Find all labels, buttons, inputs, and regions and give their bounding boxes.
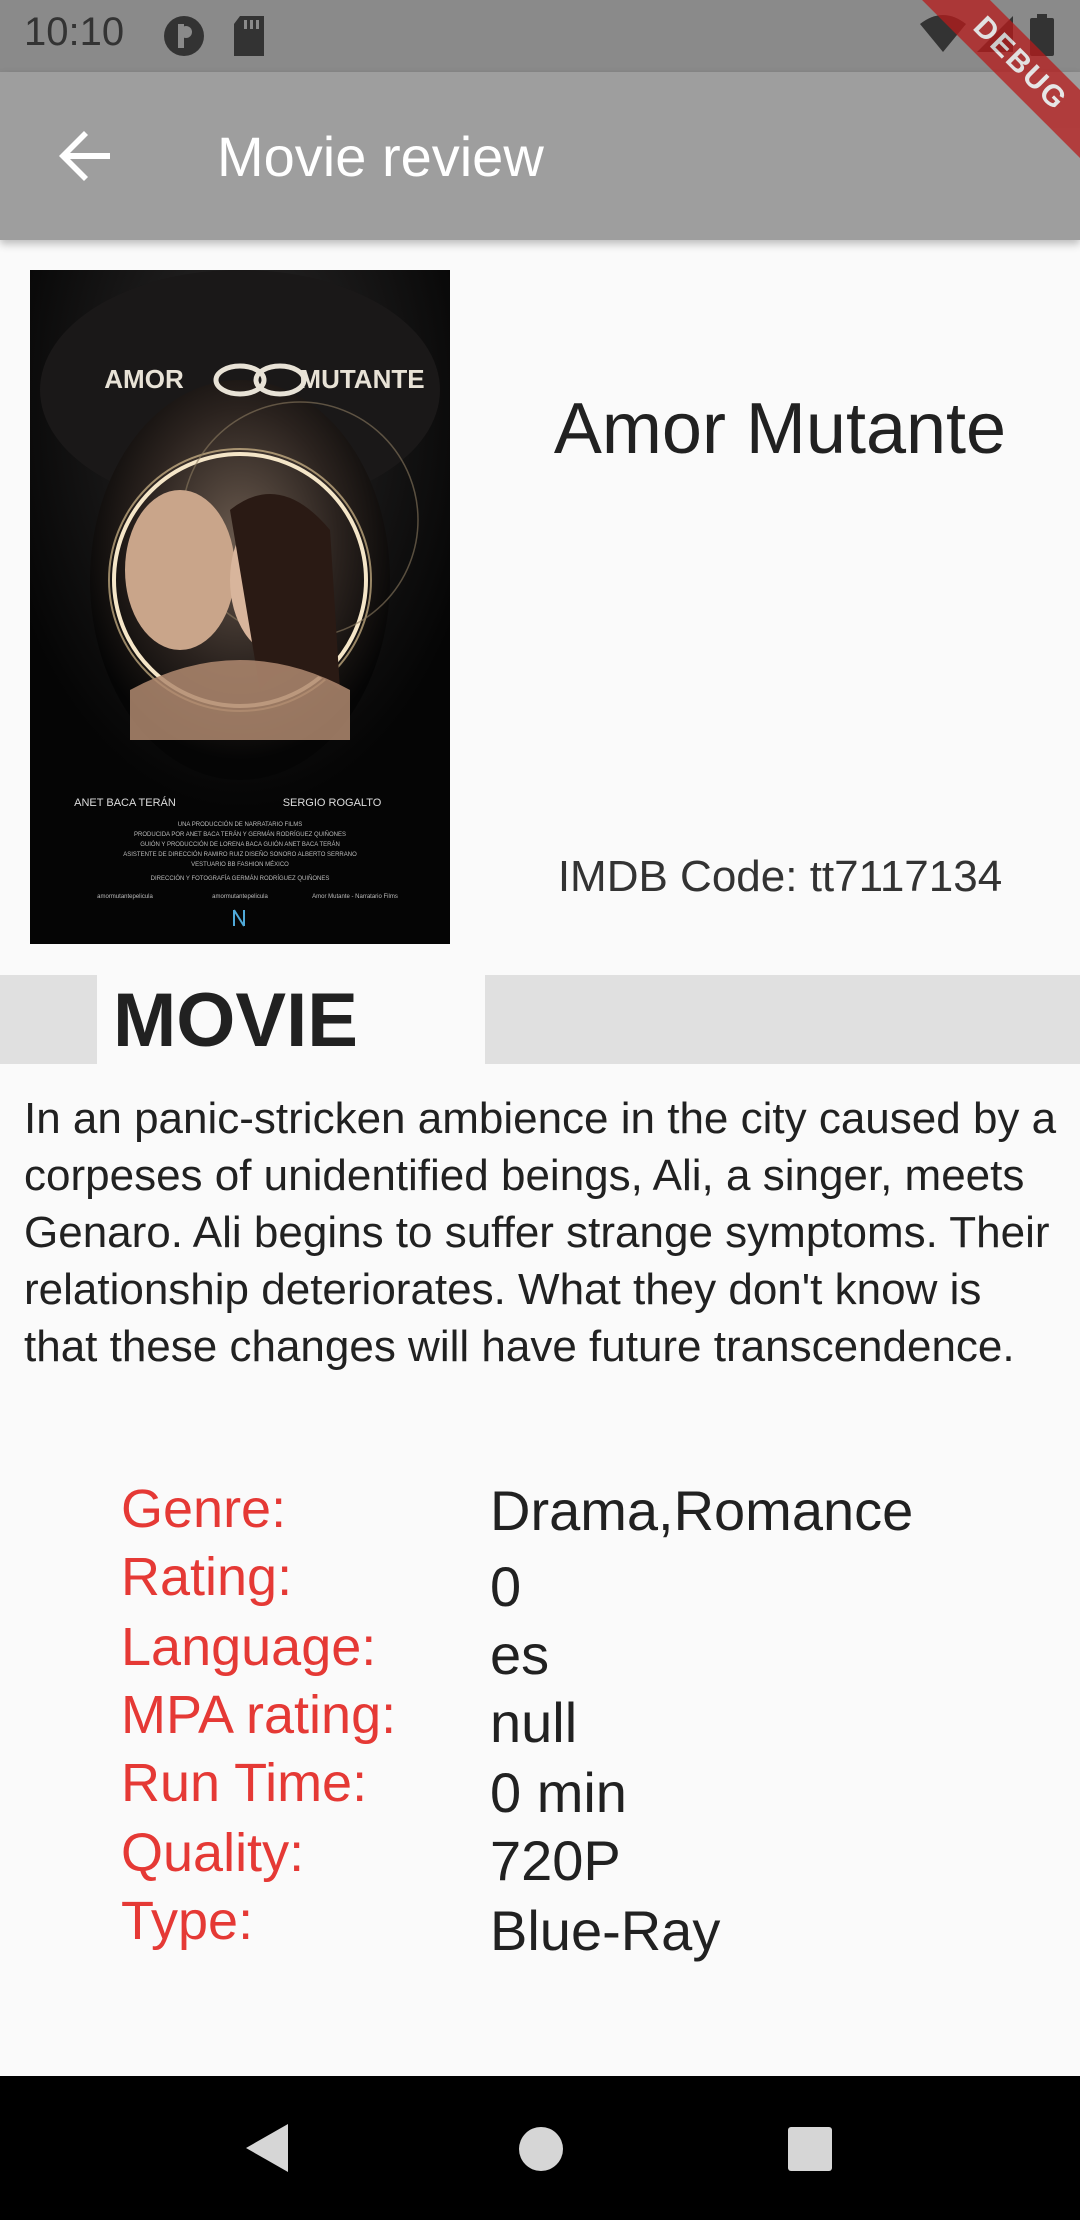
section-label: MOVIE xyxy=(113,978,358,1063)
detail-label-type: Type: xyxy=(121,1891,254,1951)
detail-label-quality: Quality: xyxy=(121,1823,305,1883)
page-title: Movie review xyxy=(217,125,544,188)
detail-value-language: es xyxy=(490,1623,550,1686)
app-notification-icon xyxy=(162,14,206,63)
nav-home-icon[interactable] xyxy=(518,2126,564,2177)
detail-value-rating: 0 xyxy=(490,1555,522,1618)
poster-credit: DIRECCIÓN Y FOTOGRAFÍA GERMÁN RODRÍGUEZ … xyxy=(151,875,330,882)
movie-title: Amor Mutante xyxy=(553,389,1007,469)
detail-label-genre: Genre: xyxy=(121,1479,287,1539)
detail-label-run-time: Run Time: xyxy=(121,1753,368,1813)
detail-value-genre: Drama,Romance xyxy=(490,1479,914,1542)
poster-social: amormutantepelicula xyxy=(212,894,268,900)
detail-label-language: Language: xyxy=(121,1617,377,1677)
poster-credit: PRODUCIDA POR ANET BACA TERÁN Y GERMÁN R… xyxy=(134,831,346,838)
status-time: 10:10 xyxy=(24,10,125,54)
poster-credit: UNA PRODUCCIÓN DE NARRATARIO FILMS xyxy=(178,821,302,828)
poster-title-right: MUTANTE xyxy=(299,364,424,394)
poster-credit: GUIÓN Y PRODUCCIÓN DE LORENA BACA GUIÓN … xyxy=(140,841,340,848)
movie-review-screen: 10:10 Movie review DEBUG AMOR MUTANTE AN… xyxy=(0,0,1080,2220)
detail-value-mpa-rating: null xyxy=(490,1691,578,1754)
nav-recents-icon[interactable] xyxy=(787,2126,833,2177)
imdb-code: IMDB Code: tt7117134 xyxy=(557,852,1003,901)
poster-actor-right: SERGIO ROGALTO xyxy=(283,797,382,809)
poster-credit: ASISTENTE DE DIRECCIÓN RAMIRO RUIZ DISEÑ… xyxy=(123,851,357,858)
app-bar: Movie review xyxy=(0,72,1080,240)
arrow-back-icon xyxy=(59,131,110,181)
poster-social: amormutantepelicula xyxy=(97,894,153,900)
section-band: MOVIE xyxy=(0,975,1080,1064)
poster-social: Amor Mutante - Narratario Films xyxy=(312,894,398,900)
movie-poster: AMOR MUTANTE ANET BACA TERÁN SERGIO ROGA… xyxy=(30,270,450,944)
back-button[interactable] xyxy=(40,112,128,200)
detail-value-quality: 720P xyxy=(490,1829,621,1892)
nav-back-icon[interactable] xyxy=(244,2122,290,2179)
detail-label-rating: Rating: xyxy=(121,1547,293,1607)
detail-label-mpa-rating: MPA rating: xyxy=(121,1685,397,1745)
poster-title-left: AMOR xyxy=(104,364,184,394)
detail-value-type: Blue-Ray xyxy=(490,1899,721,1962)
sd-card-icon xyxy=(232,14,266,63)
poster-actor-left: ANET BACA TERÁN xyxy=(74,796,176,809)
movie-description: In an panic-stricken ambience in the cit… xyxy=(24,1094,1057,1371)
system-nav-bar xyxy=(0,2076,1080,2220)
detail-value-run-time: 0 min xyxy=(490,1761,627,1824)
status-bar: 10:10 xyxy=(0,0,1080,72)
poster-credit: VESTUARIO BB FASHION MÉXICO xyxy=(191,861,289,868)
